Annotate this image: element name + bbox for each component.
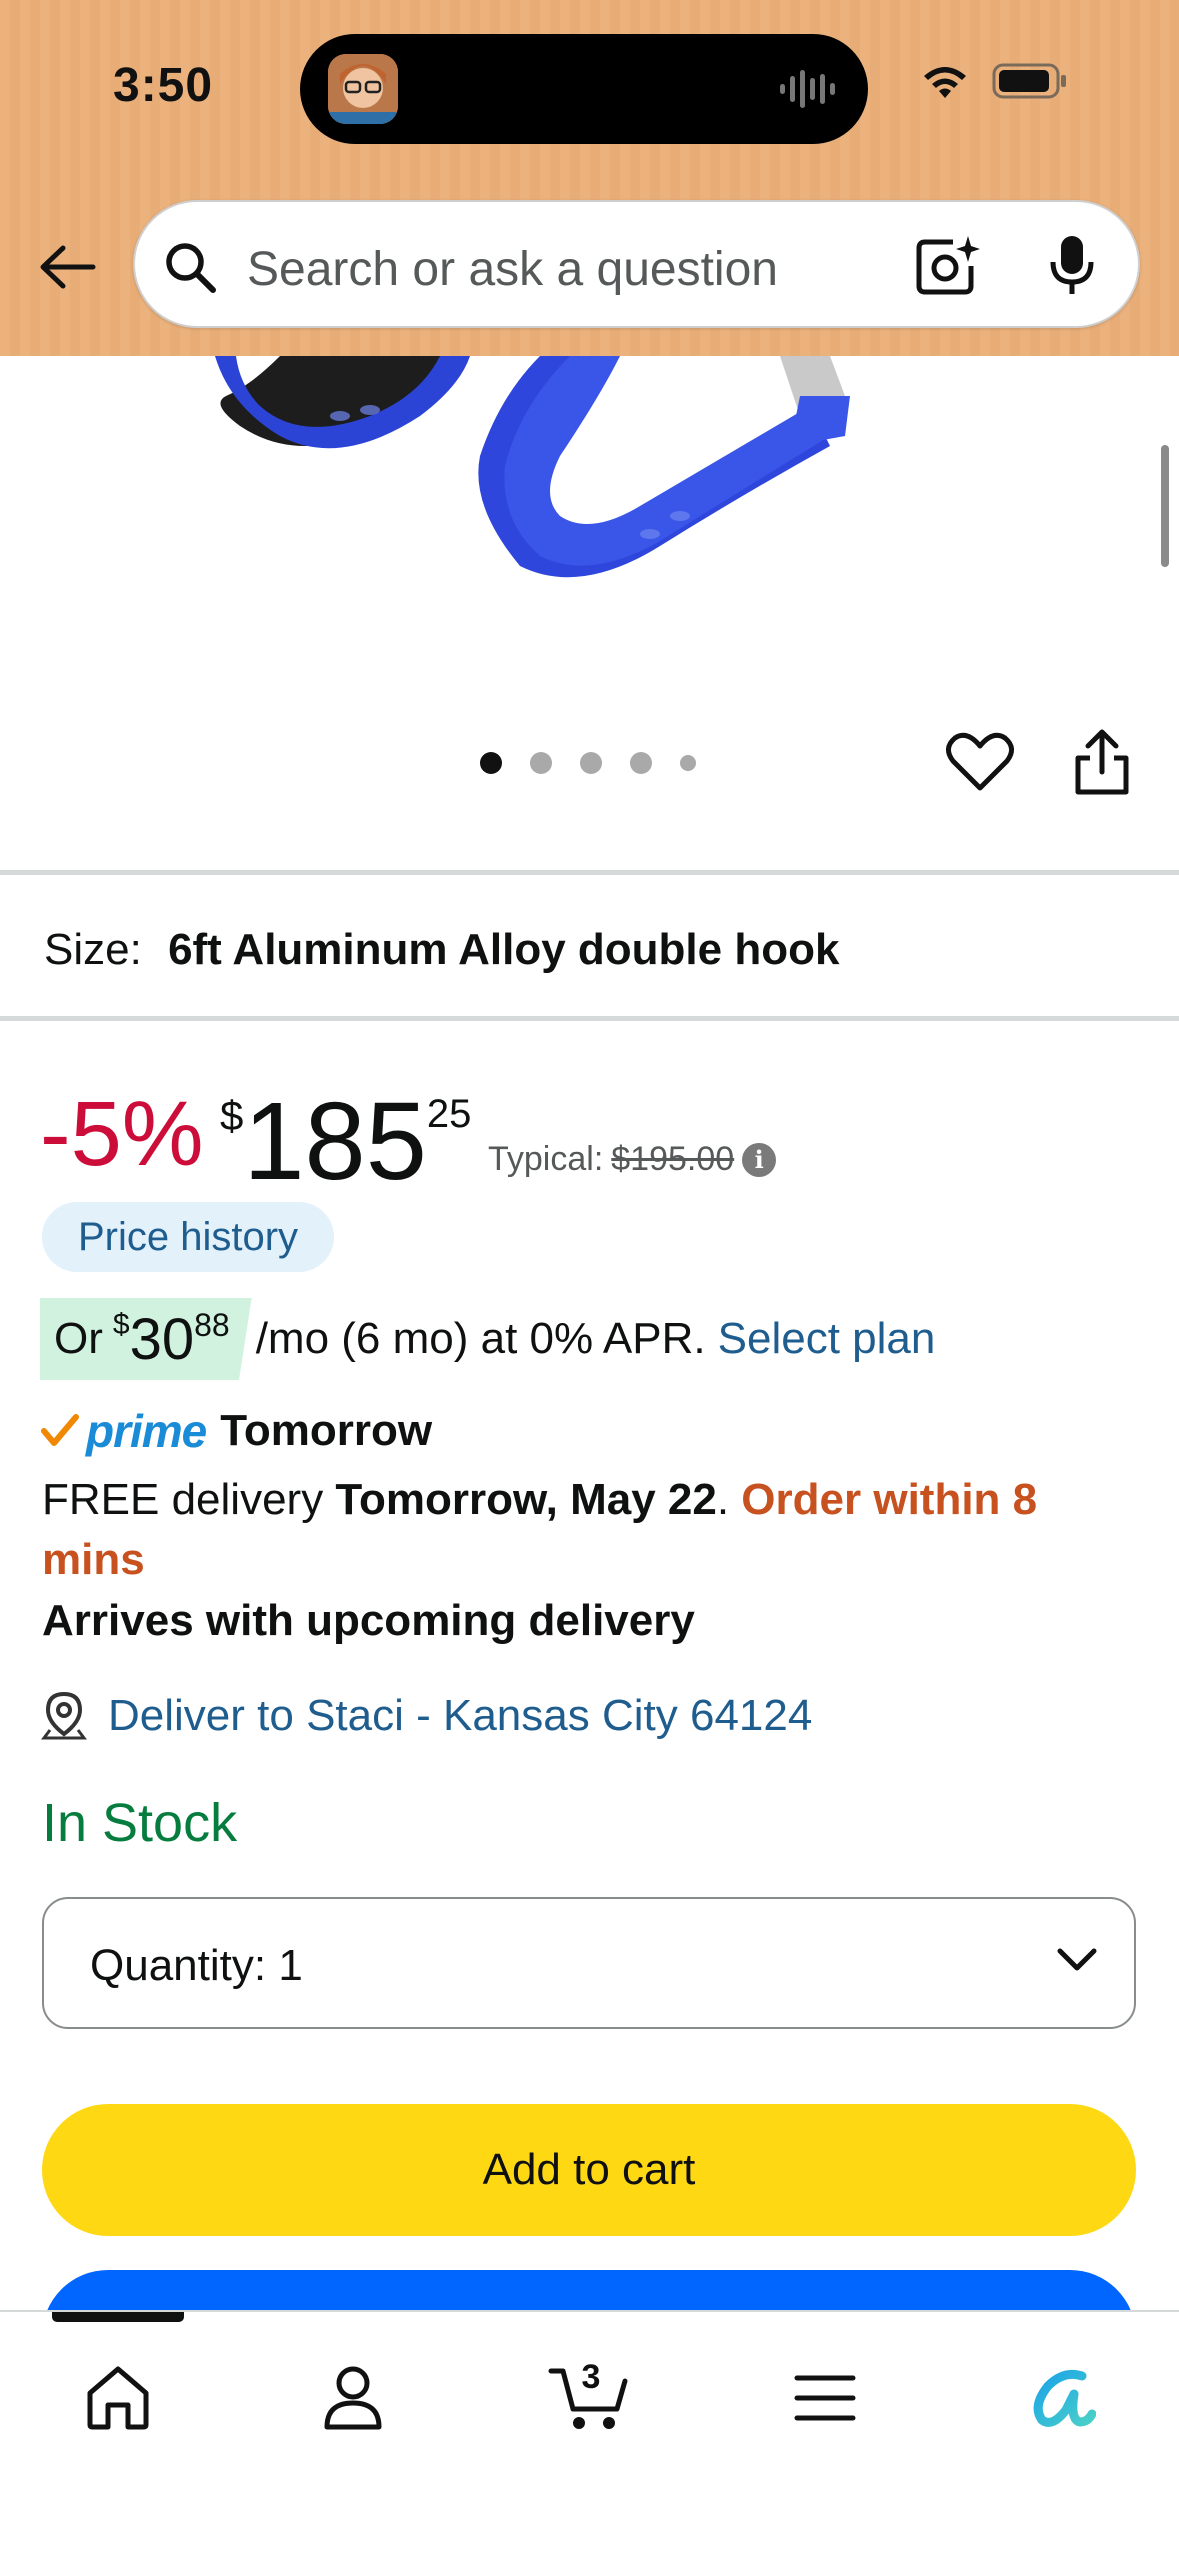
size-selector[interactable]: Size: 6ft Aluminum Alloy double hook [44, 925, 839, 975]
heart-icon [946, 732, 1014, 791]
size-value: 6ft Aluminum Alloy double hook [168, 925, 840, 974]
menu-icon [794, 2375, 856, 2421]
price-whole: 185 [243, 1080, 427, 1203]
audio-wave-icon [778, 66, 838, 117]
dynamic-island[interactable] [300, 34, 868, 144]
status-time: 3:50 [113, 59, 214, 112]
stock-status: In Stock [42, 1793, 238, 1853]
app-header: 3:50 Search or ask a question [0, 0, 1179, 356]
share-icon [1075, 729, 1129, 795]
wifi-icon [920, 62, 970, 105]
plan-fraction: 88 [194, 1306, 230, 1343]
prime-check-icon [41, 1414, 79, 1446]
microphone-icon[interactable] [1045, 232, 1099, 303]
search-icon [163, 240, 219, 301]
deliver-to-link[interactable]: Deliver to Staci - Kansas City 64124 [40, 1690, 812, 1742]
delivery-prefix: FREE delivery [42, 1475, 324, 1524]
monthly-price-highlight: Or $30 88 [40, 1298, 252, 1380]
camera-lens-icon[interactable] [913, 232, 983, 303]
deliver-to-text: Deliver to Staci - Kansas City 64124 [108, 1691, 813, 1740]
prime-badge-row: prime Tomorrow [40, 1404, 432, 1458]
image-pagination[interactable] [480, 752, 696, 774]
rufus-icon [1033, 2369, 1096, 2427]
typical-value: $195.00 [611, 1140, 735, 1178]
select-plan-link[interactable]: Select plan [718, 1314, 936, 1364]
pagination-dot[interactable] [680, 755, 696, 771]
nav-rufus[interactable] [1000, 2348, 1120, 2448]
delivery-info: FREE delivery Tomorrow, May 22. Order wi… [42, 1475, 1038, 1584]
divider [0, 1016, 1179, 1021]
quantity-label: Quantity: 1 [90, 1941, 303, 1990]
add-to-cart-button[interactable]: Add to cart [42, 2104, 1136, 2236]
bottom-nav: 3 [0, 2310, 1179, 2556]
nav-menu[interactable] [765, 2348, 885, 2448]
share-button[interactable] [1070, 728, 1134, 803]
home-icon [87, 2366, 149, 2430]
back-arrow-icon [40, 245, 96, 289]
chevron-down-icon [1054, 1943, 1100, 1982]
location-pin-icon [41, 1691, 87, 1740]
price-fraction: 25 [426, 1092, 472, 1136]
quantity-value: 1 [278, 1941, 303, 1990]
status-icons [920, 62, 1068, 105]
pagination-dot[interactable] [630, 752, 652, 774]
pagination-dot[interactable] [580, 752, 602, 774]
pagination-dot[interactable] [480, 752, 502, 774]
search-input[interactable]: Search or ask a question [247, 242, 778, 297]
cart-count: 3 [581, 2358, 601, 2396]
scrollbar[interactable] [1161, 445, 1169, 567]
typical-label: Typical: [488, 1140, 604, 1178]
avatar [328, 54, 398, 124]
back-button[interactable] [30, 232, 104, 302]
nav-home[interactable] [58, 2348, 178, 2448]
divider [0, 870, 1179, 875]
plan-prefix: Or [54, 1314, 103, 1363]
discount-percent: -5% [40, 1083, 204, 1185]
wishlist-button[interactable] [945, 730, 1015, 799]
payment-plan: Or $30 88 /mo (6 mo) at 0% APR. Select pla… [40, 1298, 935, 1380]
pagination-dot[interactable] [530, 752, 552, 774]
battery-icon [992, 62, 1068, 105]
delivery-date: Tomorrow, May 22 [335, 1475, 717, 1524]
info-icon[interactable]: i [742, 1142, 777, 1177]
size-label: Size: [44, 925, 142, 974]
active-tab-indicator [52, 2312, 184, 2322]
prime-logo: prime [86, 1405, 207, 1457]
plan-terms: /mo (6 mo) at 0% APR. [255, 1314, 706, 1363]
plan-currency: $ [112, 1308, 130, 1341]
prime-delivery-label: Tomorrow [220, 1406, 433, 1455]
plan-whole: 30 [129, 1306, 195, 1372]
account-icon [324, 2366, 382, 2430]
typical-price: Typical: $195.00 i [488, 1140, 777, 1179]
search-bar[interactable]: Search or ask a question [133, 200, 1140, 328]
nav-cart[interactable]: 3 [530, 2348, 650, 2448]
nav-account[interactable] [293, 2348, 413, 2448]
price-history-button[interactable]: Price history [42, 1202, 335, 1272]
price-currency: $ [220, 1092, 244, 1139]
quantity-select[interactable]: Quantity: 1 [42, 1897, 1136, 2029]
price: $18525 [220, 1078, 471, 1205]
arrives-note: Arrives with upcoming delivery [42, 1596, 695, 1645]
